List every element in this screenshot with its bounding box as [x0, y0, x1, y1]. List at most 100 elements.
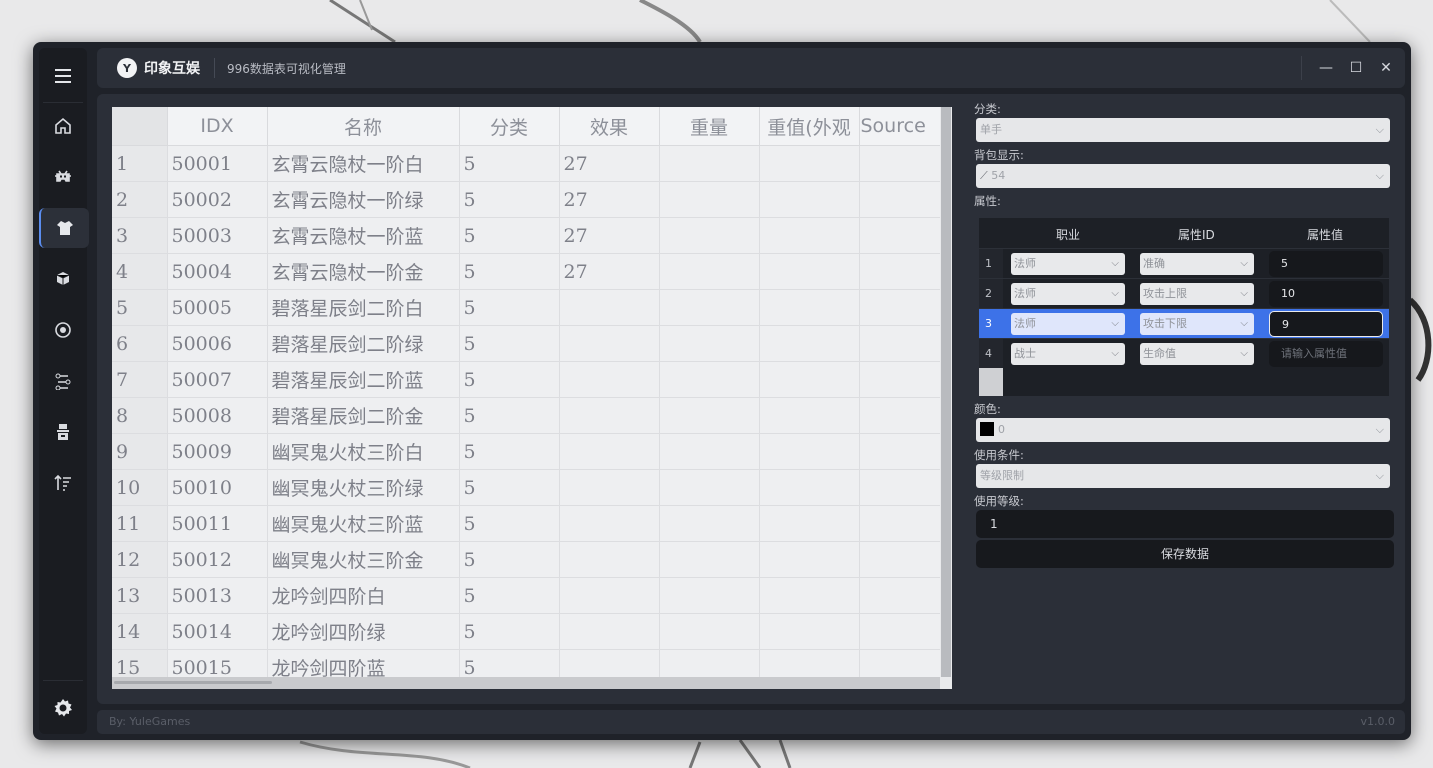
cell-source[interactable] [859, 469, 941, 506]
cell-effect[interactable]: 27 [559, 253, 660, 290]
attr-value-input[interactable]: 10 [1269, 281, 1383, 307]
cell-name[interactable]: 碧落星辰剑二阶蓝 [267, 361, 460, 398]
cell-weight[interactable] [659, 289, 760, 326]
table-row[interactable]: 13 50013 龙吟剑四阶白 5 [112, 577, 941, 614]
attribute-row[interactable]: 4 战士 ⌵ 生命值 ⌵ 请输入属性值 [979, 338, 1389, 369]
sidebar-item-npc[interactable] [39, 412, 87, 452]
maximize-button[interactable]: ☐ [1341, 54, 1371, 82]
cell-appearance[interactable] [759, 253, 860, 290]
column-header-weight[interactable]: 重量 [659, 107, 760, 146]
row-number[interactable]: 8 [112, 397, 168, 434]
attribute-row[interactable]: 1 法师 ⌵ 准确 ⌵ 5 [979, 248, 1389, 279]
cell-effect[interactable] [559, 469, 660, 506]
cell-name[interactable]: 幽冥鬼火杖三阶蓝 [267, 505, 460, 542]
cell-idx[interactable]: 50001 [167, 145, 268, 182]
cell-idx[interactable]: 50012 [167, 541, 268, 578]
cell-name[interactable]: 玄霄云隐杖一阶金 [267, 253, 460, 290]
cell-source[interactable] [859, 433, 941, 470]
job-select[interactable]: 法师 ⌵ [1011, 283, 1125, 305]
cell-appearance[interactable] [759, 541, 860, 578]
row-number[interactable]: 5 [112, 289, 168, 326]
cell-name[interactable]: 玄霄云隐杖一阶绿 [267, 181, 460, 218]
cell-name[interactable]: 玄霄云隐杖一阶白 [267, 145, 460, 182]
row-number[interactable]: 3 [112, 217, 168, 254]
cell-source[interactable] [859, 577, 941, 614]
sidebar-item-home[interactable] [39, 106, 87, 146]
cell-weight[interactable] [659, 145, 760, 182]
cell-weight[interactable] [659, 577, 760, 614]
cell-name[interactable]: 碧落星辰剑二阶绿 [267, 325, 460, 362]
cell-name[interactable]: 幽冥鬼火杖三阶绿 [267, 469, 460, 506]
job-select[interactable]: 法师 ⌵ [1011, 253, 1125, 275]
use-condition-select[interactable]: 等级限制 ⌵ [976, 464, 1390, 488]
cell-appearance[interactable] [759, 325, 860, 362]
cell-name[interactable]: 龙吟剑四阶绿 [267, 613, 460, 650]
cell-category[interactable]: 5 [459, 469, 560, 506]
use-level-input[interactable]: 1 [976, 510, 1394, 538]
cell-source[interactable] [859, 253, 941, 290]
cell-appearance[interactable] [759, 577, 860, 614]
horizontal-scroll-thumb[interactable] [114, 681, 272, 684]
cell-effect[interactable]: 27 [559, 181, 660, 218]
column-header-category[interactable]: 分类 [459, 107, 560, 146]
table-corner[interactable] [112, 107, 168, 146]
sidebar-item-sort[interactable] [39, 463, 87, 503]
settings-button[interactable] [39, 688, 87, 728]
cell-name[interactable]: 玄霄云隐杖一阶蓝 [267, 217, 460, 254]
row-number[interactable]: 14 [112, 613, 168, 650]
cell-weight[interactable] [659, 613, 760, 650]
job-select[interactable]: 战士 ⌵ [1011, 343, 1125, 365]
cell-idx[interactable]: 50011 [167, 505, 268, 542]
cell-category[interactable]: 5 [459, 253, 560, 290]
cell-weight[interactable] [659, 397, 760, 434]
row-number[interactable]: 7 [112, 361, 168, 398]
cell-category[interactable]: 5 [459, 145, 560, 182]
cell-weight[interactable] [659, 217, 760, 254]
minimize-button[interactable]: — [1311, 54, 1341, 82]
cell-appearance[interactable] [759, 397, 860, 434]
table-row[interactable]: 9 50009 幽冥鬼火杖三阶白 5 [112, 433, 941, 470]
cell-effect[interactable] [559, 505, 660, 542]
table-row[interactable]: 1 50001 玄霄云隐杖一阶白 5 27 [112, 145, 941, 182]
cell-effect[interactable] [559, 397, 660, 434]
cell-category[interactable]: 5 [459, 361, 560, 398]
row-number[interactable]: 13 [112, 577, 168, 614]
cell-source[interactable] [859, 217, 941, 254]
cell-weight[interactable] [659, 181, 760, 218]
cell-name[interactable]: 龙吟剑四阶白 [267, 577, 460, 614]
cell-weight[interactable] [659, 505, 760, 542]
cell-idx[interactable]: 50004 [167, 253, 268, 290]
table-row[interactable]: 2 50002 玄霄云隐杖一阶绿 5 27 [112, 181, 941, 218]
row-number[interactable]: 11 [112, 505, 168, 542]
cell-idx[interactable]: 50002 [167, 181, 268, 218]
cell-category[interactable]: 5 [459, 433, 560, 470]
column-header-source[interactable]: Source [859, 107, 941, 146]
cell-idx[interactable]: 50007 [167, 361, 268, 398]
row-number[interactable]: 9 [112, 433, 168, 470]
cell-category[interactable]: 5 [459, 541, 560, 578]
cell-source[interactable] [859, 361, 941, 398]
cell-name[interactable]: 碧落星辰剑二阶白 [267, 289, 460, 326]
cell-weight[interactable] [659, 361, 760, 398]
table-row[interactable]: 7 50007 碧落星辰剑二阶蓝 5 [112, 361, 941, 398]
table-row[interactable]: 5 50005 碧落星辰剑二阶白 5 [112, 289, 941, 326]
column-header-effect[interactable]: 效果 [559, 107, 660, 146]
cell-effect[interactable] [559, 433, 660, 470]
table-row[interactable]: 8 50008 碧落星辰剑二阶金 5 [112, 397, 941, 434]
data-table-view[interactable]: IDX 名称 分类 效果 重量 重值(外观 Source 1 50001 玄霄云隐杖… [112, 107, 952, 689]
horizontal-scrollbar[interactable] [112, 677, 940, 689]
category-select[interactable]: 单手 ⌵ [976, 118, 1390, 142]
cell-appearance[interactable] [759, 433, 860, 470]
cell-weight[interactable] [659, 541, 760, 578]
row-number[interactable]: 12 [112, 541, 168, 578]
cell-effect[interactable] [559, 361, 660, 398]
cell-effect[interactable] [559, 289, 660, 326]
cell-name[interactable]: 幽冥鬼火杖三阶金 [267, 541, 460, 578]
bag-display-select[interactable]: ⟋ 54 ⌵ [976, 164, 1390, 188]
cell-name[interactable]: 幽冥鬼火杖三阶白 [267, 433, 460, 470]
cell-category[interactable]: 5 [459, 217, 560, 254]
job-select[interactable]: 法师 ⌵ [1011, 313, 1125, 335]
menu-button[interactable] [39, 56, 87, 96]
cell-effect[interactable] [559, 541, 660, 578]
row-number[interactable]: 4 [112, 253, 168, 290]
